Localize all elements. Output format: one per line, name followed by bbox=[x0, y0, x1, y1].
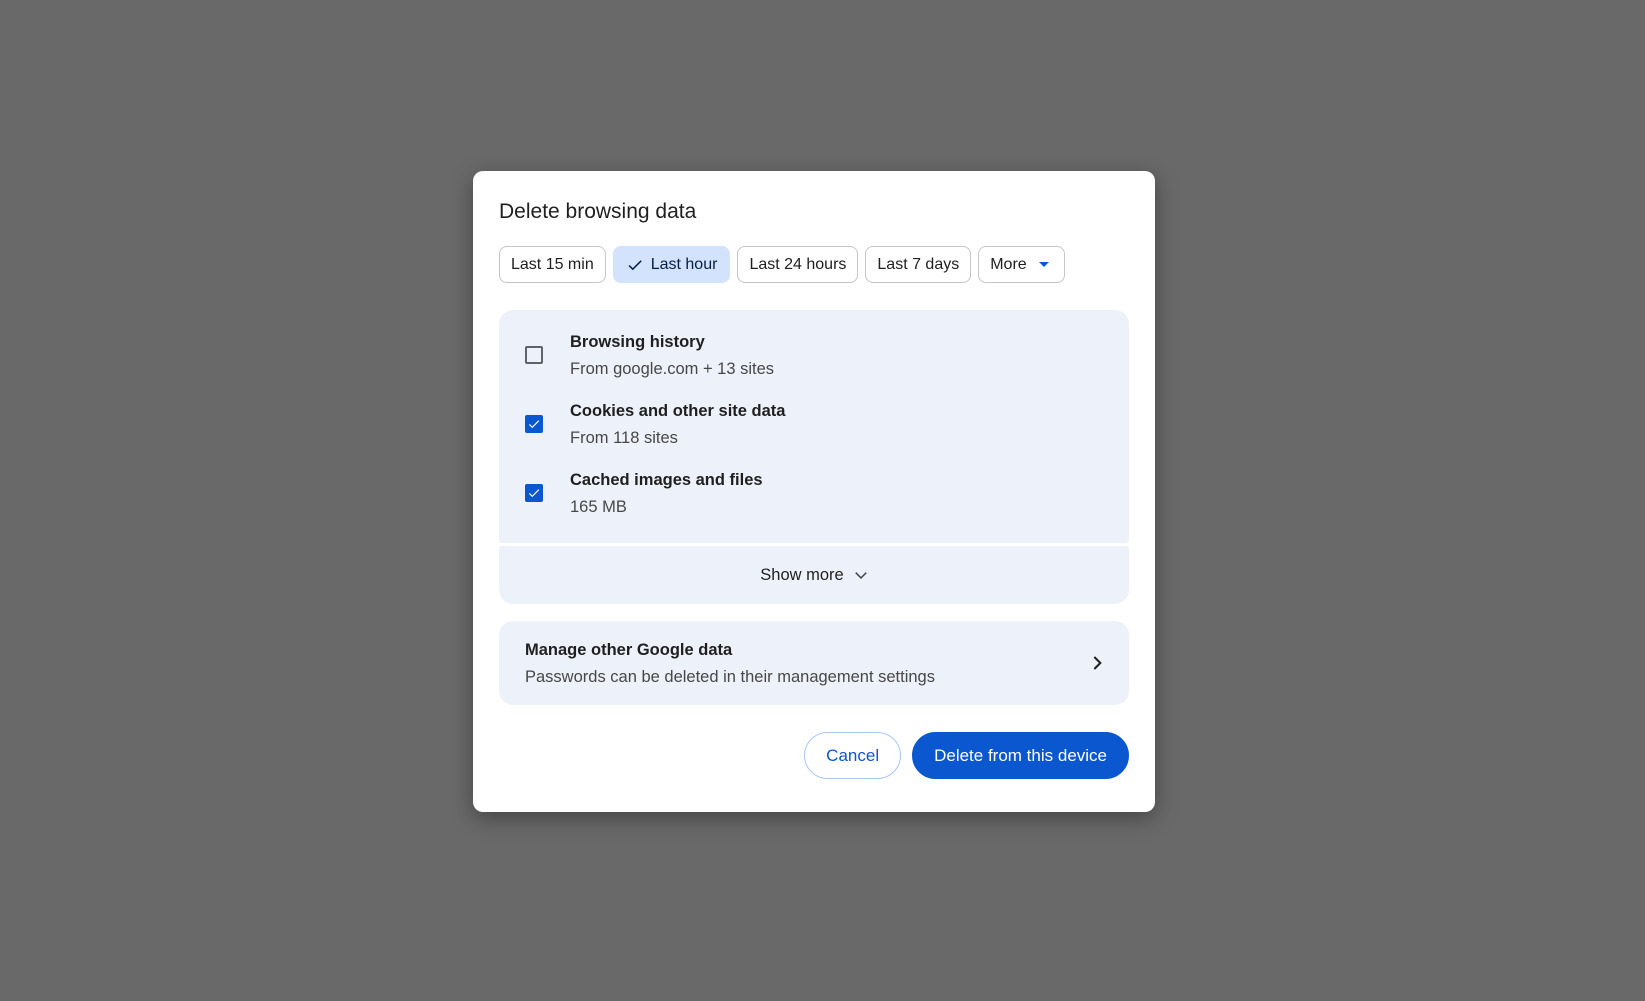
checkmark-icon bbox=[628, 259, 642, 270]
chevron-right-icon bbox=[1093, 656, 1102, 670]
manage-subtitle: Passwords can be deleted in their manage… bbox=[525, 667, 935, 686]
option-subtitle: 165 MB bbox=[570, 497, 627, 516]
chip-label: Last 15 min bbox=[511, 255, 594, 273]
option-subtitle: From google.com + 13 sites bbox=[570, 359, 775, 378]
option-title: Browsing history bbox=[570, 332, 705, 351]
dropdown-arrow-icon bbox=[1038, 262, 1049, 267]
option-subtitle: From 118 sites bbox=[570, 428, 678, 447]
cancel-button[interactable]: Cancel bbox=[804, 732, 902, 779]
dialog-actions: Cancel Delete from this device bbox=[499, 732, 1129, 779]
delete-browsing-data-dialog: Delete browsing data Last 15 min Last ho… bbox=[473, 171, 1155, 812]
chip-label: Last 24 hours bbox=[749, 255, 847, 273]
chip-last-24-hours[interactable]: Last 24 hours bbox=[737, 246, 859, 283]
chip-label: More bbox=[990, 255, 1027, 273]
chip-label: Last hour bbox=[650, 255, 718, 273]
chevron-down-icon bbox=[854, 572, 867, 579]
option-cookies[interactable]: Cookies and other site data From 118 sit… bbox=[499, 397, 1129, 451]
option-title: Cached images and files bbox=[570, 470, 763, 489]
checkbox-cached-images[interactable] bbox=[525, 484, 543, 502]
data-type-options: Browsing history From google.com + 13 si… bbox=[499, 310, 1129, 543]
time-range-chips: Last 15 min Last hour Last 24 hours Last… bbox=[499, 246, 1129, 283]
chip-last-15-min[interactable]: Last 15 min bbox=[499, 246, 606, 283]
checkbox-cookies[interactable] bbox=[525, 415, 543, 433]
chip-label: Last 7 days bbox=[877, 255, 960, 273]
show-more-label: Show more bbox=[760, 565, 844, 584]
option-title: Cookies and other site data bbox=[570, 401, 786, 420]
option-cached-images[interactable]: Cached images and files 165 MB bbox=[499, 466, 1129, 520]
delete-from-device-button[interactable]: Delete from this device bbox=[912, 732, 1129, 779]
chip-last-hour[interactable]: Last hour bbox=[612, 246, 731, 283]
checkbox-browsing-history[interactable] bbox=[525, 346, 543, 364]
chip-more-dropdown[interactable]: More bbox=[978, 246, 1065, 283]
option-browsing-history[interactable]: Browsing history From google.com + 13 si… bbox=[499, 328, 1129, 382]
chip-last-7-days[interactable]: Last 7 days bbox=[865, 246, 972, 283]
manage-title: Manage other Google data bbox=[525, 640, 733, 659]
dialog-title: Delete browsing data bbox=[499, 200, 697, 223]
manage-google-data-row[interactable]: Manage other Google data Passwords can b… bbox=[499, 621, 1129, 705]
show-more-button[interactable]: Show more bbox=[499, 546, 1129, 604]
check-icon bbox=[528, 420, 540, 429]
check-icon bbox=[528, 489, 540, 498]
